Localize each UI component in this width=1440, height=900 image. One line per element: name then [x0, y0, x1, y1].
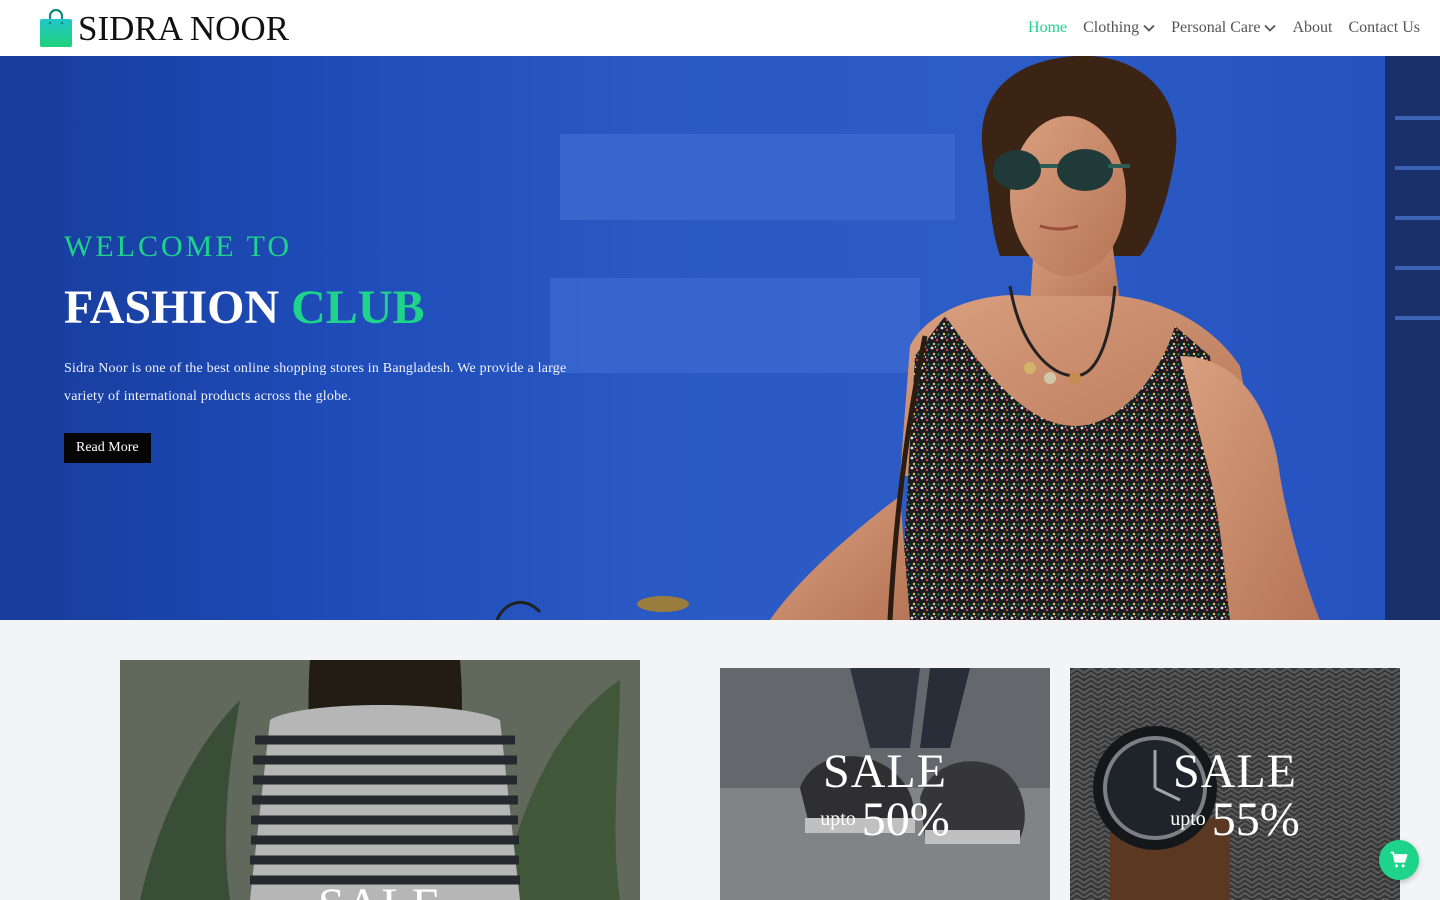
brand-name: SIDRA NOOR: [78, 8, 290, 48]
top-navbar: SIDRA NOOR Home Clothing Personal Care A…: [0, 0, 1440, 56]
hero-title-main: FASHION: [64, 281, 280, 334]
hero-banner: WELCOME TO FASHION CLUB Sidra Noor is on…: [0, 56, 1440, 620]
promo-discount: upto 55%: [1070, 792, 1400, 847]
promo-percent: 50%: [861, 793, 950, 846]
hero-title: FASHION CLUB: [64, 280, 604, 335]
nav-clothing[interactable]: Clothing: [1083, 19, 1155, 37]
nav-home[interactable]: Home: [1028, 19, 1067, 37]
chevron-down-icon: [1264, 24, 1277, 32]
hero-title-accent: CLUB: [291, 281, 425, 334]
promo-image: [120, 660, 640, 900]
chevron-down-icon: [1143, 24, 1155, 32]
promo-sale-label: SALE: [120, 878, 640, 900]
nav-personal-care-label: Personal Care: [1171, 19, 1261, 36]
brand-link[interactable]: SIDRA NOOR: [38, 8, 289, 48]
promo-sale-label: SALE: [1173, 745, 1297, 798]
read-more-button[interactable]: Read More: [64, 433, 151, 463]
floating-cart-button[interactable]: [1379, 840, 1419, 880]
main-nav: Home Clothing Personal Care About Contac…: [1028, 19, 1420, 37]
hero-description: Sidra Noor is one of the best online sho…: [64, 361, 567, 404]
nav-personal-care[interactable]: Personal Care: [1171, 19, 1277, 37]
promo-card-fashion[interactable]: SALE: [120, 660, 640, 900]
promo-upto-label: upto: [820, 808, 856, 830]
hero-eyebrow: WELCOME TO: [64, 230, 293, 263]
hero-content: WELCOME TO FASHION CLUB Sidra Noor is on…: [64, 230, 604, 463]
promo-sale-label: SALE: [823, 745, 947, 798]
promo-discount: upto 50%: [720, 792, 1050, 847]
promo-card-watch[interactable]: SALE upto 55%: [1070, 668, 1400, 900]
promo-card-shoes[interactable]: SALE upto 50%: [720, 668, 1050, 900]
cart-icon: [1390, 851, 1408, 868]
promo-percent: 55%: [1211, 793, 1300, 846]
nav-contact[interactable]: Contact Us: [1348, 19, 1420, 37]
nav-clothing-label: Clothing: [1083, 19, 1140, 36]
nav-about[interactable]: About: [1292, 19, 1332, 37]
shopping-bag-icon: [40, 8, 72, 47]
promo-upto-label: upto: [1170, 808, 1206, 830]
